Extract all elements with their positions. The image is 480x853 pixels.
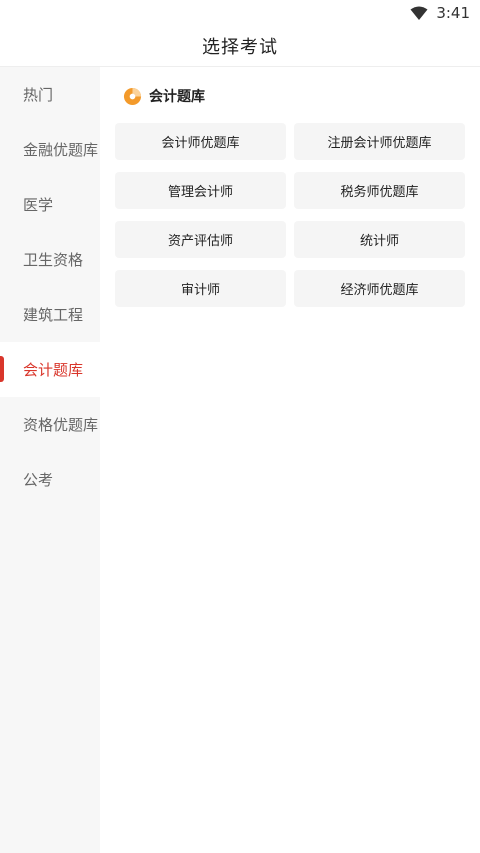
sidebar-item-medicine[interactable]: 医学 [0, 177, 100, 232]
status-bar: 3:41 [0, 0, 480, 26]
sidebar-item-label: 建筑工程 [23, 306, 84, 324]
sidebar-item-health-qualification[interactable]: 卫生资格 [0, 232, 100, 287]
section-title: 会计题库 [149, 89, 205, 105]
exam-option-statistician[interactable]: 统计师 [294, 221, 465, 258]
sidebar-item-label: 资格优题库 [23, 416, 99, 434]
sidebar-item-label: 公考 [23, 471, 54, 489]
exam-option-tax-advisor-bank[interactable]: 税务师优题库 [294, 172, 465, 209]
sidebar-item-label: 热门 [23, 86, 54, 104]
status-time: 3:41 [436, 4, 470, 22]
sidebar-item-label: 会计题库 [23, 361, 84, 379]
exam-option-accountant-bank[interactable]: 会计师优题库 [115, 123, 286, 160]
exam-option-economist-bank[interactable]: 经济师优题库 [294, 270, 465, 307]
exam-option-cpa-bank[interactable]: 注册会计师优题库 [294, 123, 465, 160]
category-sidebar: 热门 金融优题库 医学 卫生资格 建筑工程 会计题库 资格优题库 公考 [0, 67, 100, 853]
exam-content: 会计题库 会计师优题库 注册会计师优题库 管理会计师 税务师优题库 资产评估师 … [100, 67, 480, 853]
sidebar-item-construction[interactable]: 建筑工程 [0, 287, 100, 342]
sidebar-item-hot[interactable]: 热门 [0, 67, 100, 122]
exam-option-auditor[interactable]: 审计师 [115, 270, 286, 307]
sidebar-item-label: 卫生资格 [23, 251, 84, 269]
wifi-icon [410, 6, 428, 20]
exam-option-asset-appraiser[interactable]: 资产评估师 [115, 221, 286, 258]
sidebar-item-finance[interactable]: 金融优题库 [0, 122, 100, 177]
sidebar-item-label: 医学 [23, 196, 54, 214]
sidebar-item-civil-service[interactable]: 公考 [0, 452, 100, 507]
page-header: 选择考试 [0, 26, 480, 67]
sidebar-item-accounting[interactable]: 会计题库 [0, 342, 100, 397]
pie-chart-icon [123, 87, 142, 105]
page-title: 选择考试 [202, 37, 278, 58]
exam-options-grid: 会计师优题库 注册会计师优题库 管理会计师 税务师优题库 资产评估师 统计师 审… [115, 123, 465, 307]
section-header: 会计题库 [123, 86, 205, 106]
exam-select-screen: 3:41 选择考试 热门 金融优题库 医学 卫生资格 建筑工程 会计题库 资格优… [0, 0, 480, 853]
exam-option-management-accountant[interactable]: 管理会计师 [115, 172, 286, 209]
sidebar-item-qualification[interactable]: 资格优题库 [0, 397, 100, 452]
sidebar-item-label: 金融优题库 [23, 141, 99, 159]
